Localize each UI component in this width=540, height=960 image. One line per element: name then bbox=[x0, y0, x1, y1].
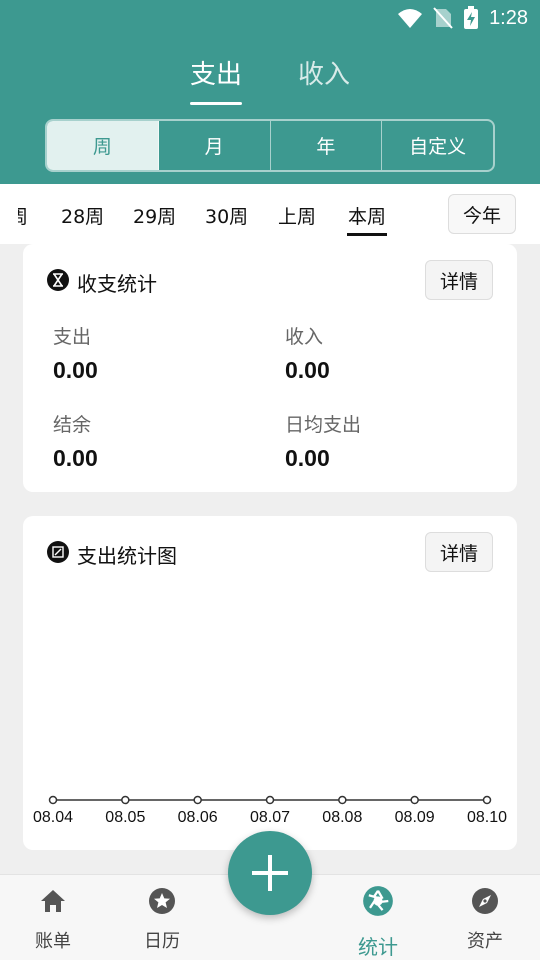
nav-assets[interactable]: 资产 bbox=[440, 875, 530, 960]
stat-daily-avg: 日均支出 0.00 bbox=[285, 410, 361, 472]
segment-custom[interactable]: 自定义 bbox=[382, 121, 493, 170]
hourglass-icon bbox=[47, 269, 69, 291]
x-tick-label: 08.09 bbox=[395, 809, 435, 826]
stat-balance-label: 结余 bbox=[53, 414, 92, 436]
chart-card: 支出统计图 详情 08.04 08.05 08.06 08.07 08.08 08.09 0… bbox=[23, 516, 517, 850]
compass-icon bbox=[472, 888, 498, 914]
header: 支出 收入 周 月 年 自定义 bbox=[0, 36, 540, 184]
status-bar: 1:28 bbox=[0, 0, 540, 36]
period-indicator bbox=[347, 233, 387, 236]
segment-month[interactable]: 月 bbox=[159, 121, 271, 170]
nav-calendar[interactable]: 日历 bbox=[117, 875, 207, 960]
this-year-button[interactable]: 今年 bbox=[448, 194, 516, 234]
data-point bbox=[121, 795, 130, 805]
battery-charging-icon bbox=[464, 6, 479, 29]
stat-expense: 支出 0.00 bbox=[53, 322, 98, 384]
period-item-this-week[interactable]: 本周 bbox=[348, 202, 386, 229]
data-point bbox=[410, 795, 419, 805]
x-tick-label: 08.08 bbox=[322, 809, 362, 826]
tab-income[interactable]: 收入 bbox=[284, 54, 364, 91]
status-time: 1:28 bbox=[489, 6, 528, 29]
nav-calendar-label: 日历 bbox=[144, 931, 180, 952]
add-record-button[interactable] bbox=[228, 831, 312, 915]
nav-stats[interactable]: 统计 bbox=[333, 875, 423, 960]
summary-title: 收支统计 bbox=[77, 272, 157, 296]
stat-expense-value: 0.00 bbox=[53, 357, 98, 383]
summary-detail-button[interactable]: 详情 bbox=[425, 260, 493, 300]
nav-assets-label: 资产 bbox=[467, 931, 503, 952]
segment-year[interactable]: 年 bbox=[271, 121, 383, 170]
aperture-icon bbox=[363, 886, 393, 916]
stat-balance: 结余 0.00 bbox=[53, 410, 98, 472]
nav-ledger-label: 账单 bbox=[35, 931, 71, 952]
data-point bbox=[265, 795, 275, 805]
x-tick-label: 08.10 bbox=[467, 809, 507, 826]
type-tabs: 支出 收入 bbox=[0, 54, 540, 105]
stat-income: 收入 0.00 bbox=[285, 322, 330, 384]
period-item-partial[interactable]: 周 bbox=[18, 202, 28, 229]
x-tick-label: 08.07 bbox=[250, 809, 290, 826]
period-item-30[interactable]: 30周 bbox=[205, 202, 248, 229]
nav-ledger[interactable]: 账单 bbox=[8, 875, 98, 960]
tab-expense[interactable]: 支出 bbox=[176, 54, 256, 91]
status-icons: 1:28 bbox=[397, 6, 528, 30]
stat-income-label: 收入 bbox=[285, 326, 324, 348]
period-item-28[interactable]: 28周 bbox=[61, 202, 104, 229]
period-item-partial-label: 周 bbox=[18, 206, 28, 228]
x-tick-label: 08.04 bbox=[33, 809, 73, 826]
data-point bbox=[482, 795, 492, 805]
stat-income-value: 0.00 bbox=[285, 357, 330, 383]
data-point bbox=[48, 795, 58, 805]
x-tick-label: 08.05 bbox=[105, 809, 145, 826]
summary-card: 收支统计 详情 支出 0.00 收入 0.00 结余 0.00 日均支出 0.0… bbox=[23, 244, 517, 492]
tab-indicator bbox=[190, 102, 242, 105]
stat-balance-value: 0.00 bbox=[53, 445, 98, 471]
data-point bbox=[193, 795, 202, 805]
range-segment: 周 月 年 自定义 bbox=[45, 119, 495, 172]
stat-daily-avg-label: 日均支出 bbox=[285, 414, 362, 436]
plus-icon bbox=[252, 855, 288, 891]
no-sim-icon bbox=[433, 7, 453, 29]
segment-week[interactable]: 周 bbox=[47, 121, 159, 170]
x-tick-label: 08.06 bbox=[178, 809, 218, 826]
stat-expense-label: 支出 bbox=[53, 326, 92, 348]
stat-daily-avg-value: 0.00 bbox=[285, 445, 330, 471]
nav-stats-label: 统计 bbox=[358, 935, 398, 959]
home-icon bbox=[41, 890, 65, 912]
wifi-icon bbox=[398, 9, 423, 28]
data-point bbox=[338, 795, 347, 805]
star-icon bbox=[149, 888, 175, 914]
period-item-29[interactable]: 29周 bbox=[133, 202, 176, 229]
expense-line-chart: 08.04 08.05 08.06 08.07 08.08 08.09 08.10 bbox=[33, 795, 507, 826]
period-item-last-week[interactable]: 上周 bbox=[278, 202, 316, 229]
